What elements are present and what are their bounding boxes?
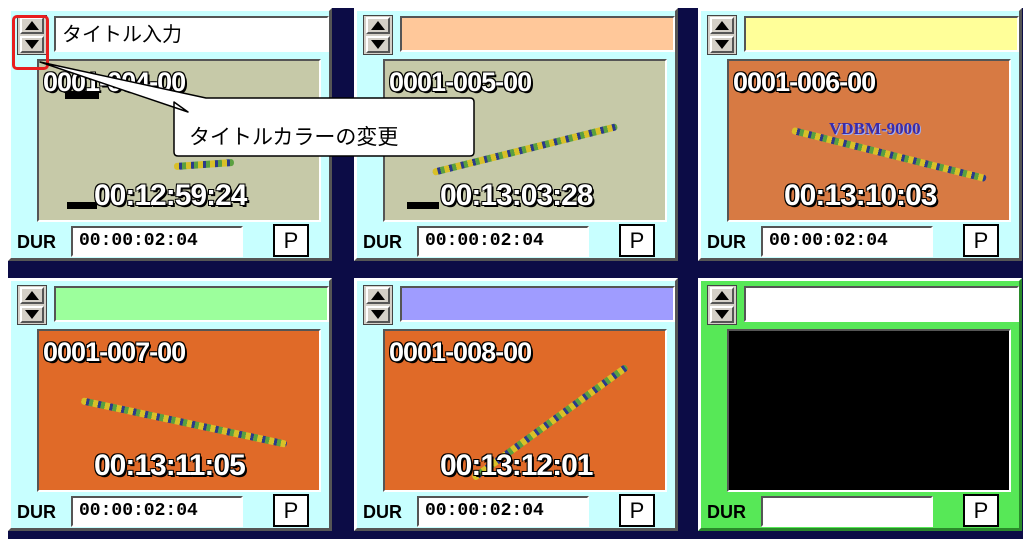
clip-timecode: 00:13:10:03 [784, 179, 937, 212]
thumb-stripe [431, 123, 619, 176]
p-button[interactable]: P [273, 494, 309, 527]
clip-cell[interactable]: VDBM-9000 0001-006-00 00:13:10:03 DUR 00… [698, 8, 1022, 261]
clip-cell[interactable]: 0001-008-00 00:13:12:01 DUR 00:00:02:04 … [354, 278, 678, 531]
title-color-up-button[interactable] [20, 287, 44, 304]
dur-label: DUR [17, 232, 56, 252]
p-button[interactable]: P [619, 224, 655, 257]
dur-label: DUR [707, 232, 746, 252]
p-button[interactable]: P [963, 494, 999, 527]
title-input[interactable] [744, 286, 1019, 322]
arrow-down-icon [371, 310, 385, 319]
clip-timecode: 00:13:11:05 [94, 449, 246, 482]
arrow-down-icon [371, 40, 385, 49]
clip-timecode: 00:13:12:01 [440, 449, 593, 482]
dur-field[interactable]: 00:00:02:04 [761, 226, 933, 257]
arrow-down-icon [25, 310, 39, 319]
title-color-up-button[interactable] [710, 287, 734, 304]
clip-code: 0001-006-00 [733, 67, 876, 97]
clip-code: 0001-005-00 [389, 67, 532, 97]
dur-field[interactable]: 00:00:02:04 [417, 496, 589, 527]
clip-thumbnail[interactable]: 0001-005-00 00:13:03:28 [383, 59, 667, 222]
thumb-stripe [80, 397, 288, 448]
clip-grid: タイトル入力 0001-004-00 00:12:59:24 DUR 00:00… [8, 8, 1023, 539]
p-button[interactable]: P [273, 224, 309, 257]
clip-timecode: 00:13:03:28 [440, 179, 593, 212]
title-input[interactable] [744, 16, 1019, 52]
title-color-up-button[interactable] [366, 17, 390, 34]
arrow-up-icon [715, 291, 729, 300]
dur-label: DUR [17, 502, 56, 522]
title-color-down-button[interactable] [366, 306, 390, 323]
dur-field[interactable]: 00:00:02:04 [71, 226, 243, 257]
thumb-detail [67, 202, 97, 209]
highlight-box [12, 15, 49, 70]
clip-thumbnail[interactable]: 0001-008-00 00:13:12:01 [383, 329, 667, 492]
title-input[interactable] [400, 16, 675, 52]
clip-thumbnail[interactable]: VDBM-9000 0001-006-00 00:13:10:03 [727, 59, 1011, 222]
dur-label: DUR [363, 232, 402, 252]
arrow-down-icon [715, 310, 729, 319]
arrow-down-icon [715, 40, 729, 49]
title-color-spinner[interactable] [707, 285, 737, 325]
thumb-detail [407, 202, 439, 209]
dur-field[interactable] [761, 496, 933, 527]
title-input[interactable]: タイトル入力 [54, 16, 329, 52]
thumb-stripe [173, 158, 235, 171]
thumb-logo: VDBM-9000 [829, 119, 921, 138]
callout-text: タイトルカラーの変更 [189, 125, 399, 149]
title-color-spinner[interactable] [707, 15, 737, 55]
clip-code: 0001-008-00 [389, 337, 532, 367]
title-color-spinner[interactable] [363, 285, 393, 325]
clip-timecode: 00:12:59:24 [94, 179, 247, 212]
clip-code: 0001-007-00 [43, 337, 186, 367]
arrow-up-icon [715, 21, 729, 30]
title-color-up-button[interactable] [710, 17, 734, 34]
dur-label: DUR [707, 502, 746, 522]
dur-label: DUR [363, 502, 402, 522]
clip-cell[interactable]: 0001-007-00 00:13:11:05 DUR 00:00:02:04 … [8, 278, 332, 531]
clip-cell-selected[interactable]: DUR P [698, 278, 1022, 531]
dur-field[interactable]: 00:00:02:04 [417, 226, 589, 257]
clip-cell[interactable]: 0001-005-00 00:13:03:28 DUR 00:00:02:04 … [354, 8, 678, 261]
title-color-down-button[interactable] [710, 306, 734, 323]
title-color-up-button[interactable] [366, 287, 390, 304]
title-color-down-button[interactable] [20, 306, 44, 323]
title-color-down-button[interactable] [366, 36, 390, 53]
clip-thumbnail[interactable] [727, 329, 1011, 492]
title-input[interactable] [400, 286, 675, 322]
title-color-down-button[interactable] [710, 36, 734, 53]
dur-field[interactable]: 00:00:02:04 [71, 496, 243, 527]
title-color-spinner[interactable] [17, 285, 47, 325]
title-color-spinner[interactable] [363, 15, 393, 55]
clip-thumbnail[interactable]: 0001-007-00 00:13:11:05 [37, 329, 321, 492]
arrow-up-icon [25, 291, 39, 300]
title-input[interactable] [54, 286, 329, 322]
p-button[interactable]: P [963, 224, 999, 257]
arrow-up-icon [371, 291, 385, 300]
clip-code: 0001-004-00 [43, 67, 186, 97]
arrow-up-icon [371, 21, 385, 30]
p-button[interactable]: P [619, 494, 655, 527]
